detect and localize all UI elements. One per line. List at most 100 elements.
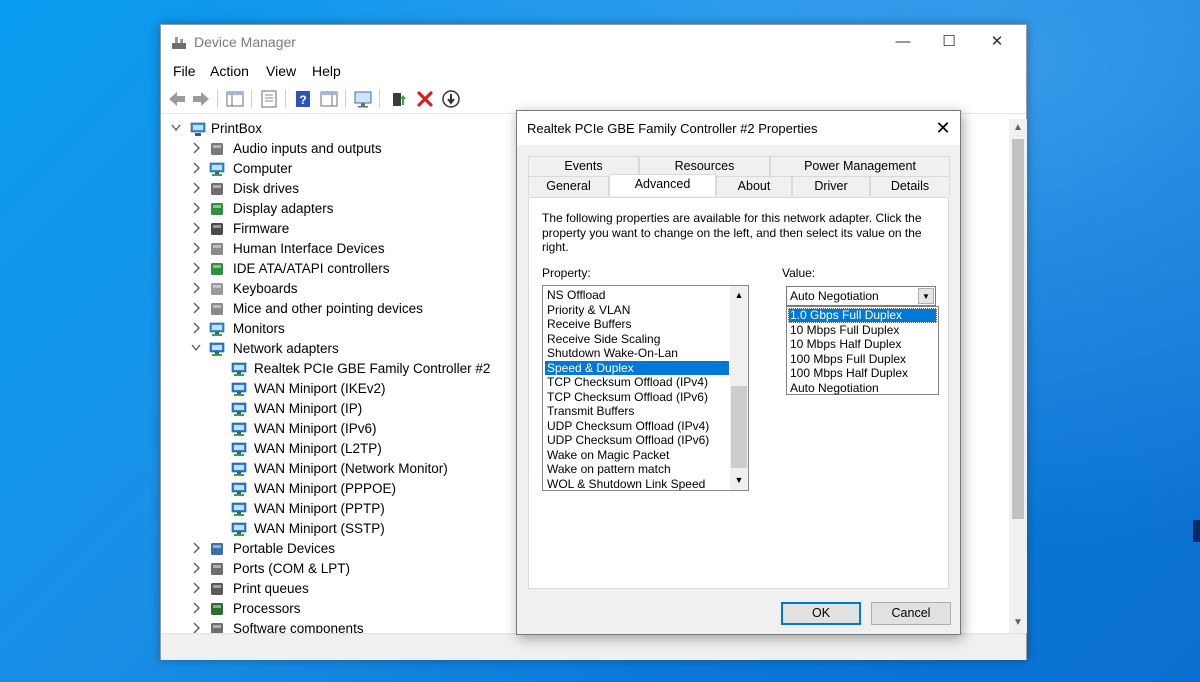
chevron-right-icon[interactable] [190, 321, 202, 335]
chevron-right-icon[interactable] [190, 261, 202, 275]
chevron-right-icon[interactable] [190, 281, 202, 295]
chevron-down-icon[interactable] [190, 341, 202, 355]
scroll-up-arrow-icon[interactable]: ▲ [1009, 119, 1027, 136]
property-list-item[interactable]: Speed & Duplex [545, 360, 729, 375]
tree-network-adapter[interactable]: WAN Miniport (SSTP) [161, 519, 516, 539]
property-list[interactable]: ▲ ▼ NS Offload Priority & VLAN Receive Buf… [542, 285, 749, 491]
maximize-button[interactable]: ☐ [926, 25, 972, 59]
scroll-up-arrow-icon[interactable]: ▲ [730, 288, 748, 302]
chevron-right-icon[interactable] [190, 561, 202, 575]
forward-arrow-icon[interactable] [191, 89, 211, 109]
chevron-down-icon[interactable] [170, 121, 182, 135]
property-list-item[interactable]: Shutdown Wake-On-Lan [545, 346, 729, 361]
tab-events[interactable]: Events [528, 156, 639, 176]
menu-view[interactable]: View [266, 63, 296, 79]
tree-scrollbar[interactable]: ▲ ▼ [1009, 119, 1027, 633]
tree-network-adapter[interactable]: WAN Miniport (IPv6) [161, 419, 516, 439]
tree-category[interactable]: Display adapters [161, 199, 516, 219]
tree-network-adapter[interactable]: WAN Miniport (PPTP) [161, 499, 516, 519]
tab-about[interactable]: About [716, 176, 792, 196]
close-button[interactable]: ✕ [974, 25, 1020, 59]
property-list-scrollbar[interactable]: ▲ ▼ [730, 286, 748, 490]
property-list-item[interactable]: TCP Checksum Offload (IPv4) [545, 375, 729, 390]
tree-category[interactable]: Processors [161, 599, 516, 619]
disable-device-icon[interactable] [441, 89, 461, 109]
value-dropdown[interactable]: Auto Negotiation ▼ [786, 286, 936, 306]
tree-category[interactable]: Portable Devices [161, 539, 516, 559]
property-list-item[interactable]: Receive Side Scaling [545, 332, 729, 347]
tree-category[interactable]: Monitors [161, 319, 516, 339]
tree-category[interactable]: Firmware [161, 219, 516, 239]
property-list-item[interactable]: TCP Checksum Offload (IPv6) [545, 390, 729, 405]
tab-driver[interactable]: Driver [792, 176, 870, 196]
dialog-title-bar[interactable]: Realtek PCIe GBE Family Controller #2 Pr… [517, 111, 960, 145]
menu-action[interactable]: Action [210, 63, 249, 79]
property-list-item[interactable]: NS Offload [545, 288, 729, 303]
title-bar[interactable]: Device Manager — ☐ ✕ [161, 25, 1026, 59]
tree-network-adapter[interactable]: WAN Miniport (IKEv2) [161, 379, 516, 399]
tree-category[interactable]: Print queues [161, 579, 516, 599]
value-dropdown-list[interactable]: 1.0 Gbps Full Duplex 10 Mbps Full Duplex 1… [786, 306, 939, 395]
property-list-item[interactable]: UDP Checksum Offload (IPv4) [545, 419, 729, 434]
scrollbar-thumb[interactable] [731, 386, 747, 468]
tab-general[interactable]: General [528, 176, 609, 196]
update-driver-icon[interactable] [389, 89, 409, 109]
dialog-close-button[interactable]: ✕ [925, 111, 961, 145]
property-list-item[interactable]: Wake on pattern match [545, 462, 729, 477]
properties-sheet-icon[interactable] [259, 89, 279, 109]
value-option[interactable]: 10 Mbps Half Duplex [788, 337, 937, 352]
scrollbar-thumb[interactable] [1012, 139, 1024, 519]
tree-category[interactable]: Computer [161, 159, 516, 179]
property-list-item[interactable]: WOL & Shutdown Link Speed [545, 477, 729, 491]
value-option[interactable]: 100 Mbps Half Duplex [788, 366, 937, 381]
property-list-item[interactable]: Priority & VLAN [545, 303, 729, 318]
ok-button[interactable]: OK [781, 602, 861, 625]
back-arrow-icon[interactable] [167, 89, 187, 109]
chevron-right-icon[interactable] [190, 241, 202, 255]
chevron-right-icon[interactable] [190, 201, 202, 215]
value-option[interactable]: Auto Negotiation [788, 381, 937, 396]
menu-file[interactable]: File [173, 63, 196, 79]
tab-power-management[interactable]: Power Management [770, 156, 950, 176]
tab-details[interactable]: Details [870, 176, 950, 196]
chevron-down-icon[interactable]: ▼ [918, 288, 934, 304]
tree-category[interactable]: Audio inputs and outputs [161, 139, 516, 159]
tree-network-adapter[interactable]: WAN Miniport (PPPOE) [161, 479, 516, 499]
cancel-button[interactable]: Cancel [871, 602, 951, 625]
chevron-right-icon[interactable] [190, 141, 202, 155]
menu-help[interactable]: Help [312, 63, 341, 79]
chevron-right-icon[interactable] [190, 581, 202, 595]
tree-category[interactable]: Disk drives [161, 179, 516, 199]
chevron-right-icon[interactable] [190, 601, 202, 615]
value-option[interactable]: 10 Mbps Full Duplex [788, 323, 937, 338]
chevron-right-icon[interactable] [190, 541, 202, 555]
tree-category[interactable]: Human Interface Devices [161, 239, 516, 259]
value-option[interactable]: 100 Mbps Full Duplex [788, 352, 937, 367]
tree-category[interactable]: Ports (COM & LPT) [161, 559, 516, 579]
show-hide-console-tree-icon[interactable] [225, 89, 245, 109]
tree-category[interactable]: Mice and other pointing devices [161, 299, 516, 319]
chevron-right-icon[interactable] [190, 301, 202, 315]
tree-network-adapter[interactable]: WAN Miniport (L2TP) [161, 439, 516, 459]
scroll-down-arrow-icon[interactable]: ▼ [730, 473, 748, 487]
help-icon[interactable]: ? [293, 89, 313, 109]
property-list-item[interactable]: UDP Checksum Offload (IPv6) [545, 433, 729, 448]
tree-network-adapter[interactable]: Realtek PCIe GBE Family Controller #2 [161, 359, 516, 379]
tree-category[interactable]: Keyboards [161, 279, 516, 299]
value-option[interactable]: 1.0 Gbps Full Duplex [788, 308, 937, 323]
tab-resources[interactable]: Resources [639, 156, 770, 176]
tree-network-adapter[interactable]: WAN Miniport (Network Monitor) [161, 459, 516, 479]
scroll-down-arrow-icon[interactable]: ▼ [1009, 614, 1027, 631]
property-list-item[interactable]: Transmit Buffers [545, 404, 729, 419]
tree-root-printbox[interactable]: PrintBox [161, 119, 516, 139]
chevron-right-icon[interactable] [190, 161, 202, 175]
chevron-right-icon[interactable] [190, 221, 202, 235]
chevron-right-icon[interactable] [190, 181, 202, 195]
uninstall-device-icon[interactable] [415, 89, 435, 109]
property-list-item[interactable]: Receive Buffers [545, 317, 729, 332]
action-pane-icon[interactable] [319, 89, 339, 109]
property-list-item[interactable]: Wake on Magic Packet [545, 448, 729, 463]
minimize-button[interactable]: — [880, 25, 926, 59]
tab-advanced[interactable]: Advanced [609, 174, 716, 196]
tree-category[interactable]: IDE ATA/ATAPI controllers [161, 259, 516, 279]
